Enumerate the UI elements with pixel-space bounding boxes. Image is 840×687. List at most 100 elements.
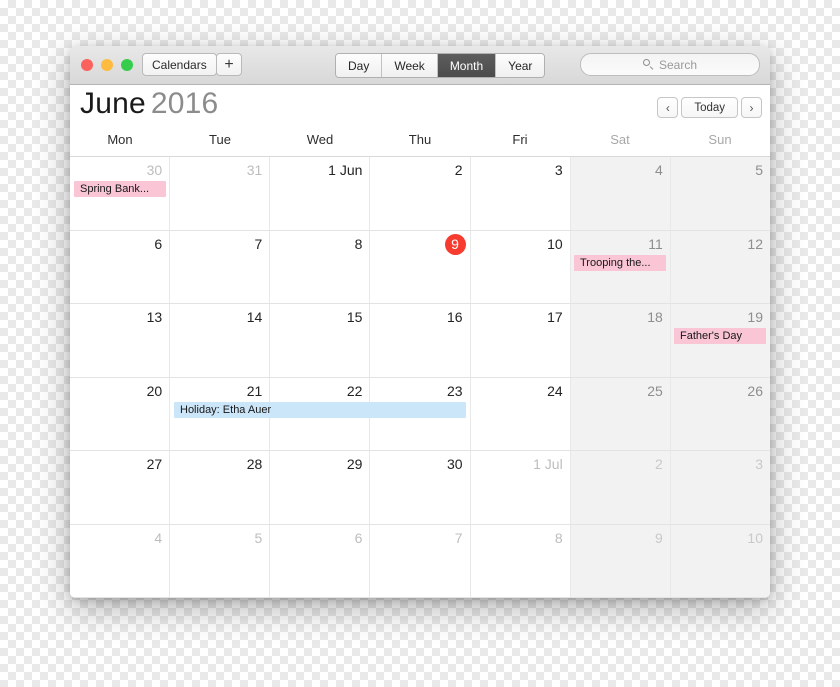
day-number: 12 xyxy=(747,235,763,252)
day-number: 6 xyxy=(154,235,163,252)
day-number: 26 xyxy=(747,382,763,399)
day-number: 7 xyxy=(254,235,263,252)
tab-year[interactable]: Year xyxy=(496,54,545,77)
day-cell[interactable]: 5 xyxy=(670,157,770,230)
day-number: 21 xyxy=(246,382,263,399)
calendar-event[interactable]: Holiday: Etha Auer xyxy=(174,401,466,418)
day-cell[interactable]: 16 xyxy=(370,304,471,377)
day-cell[interactable]: 20 xyxy=(70,377,171,450)
calendars-button[interactable]: Calendars xyxy=(142,53,217,76)
day-cell[interactable]: 4 xyxy=(70,524,171,597)
day-cell[interactable]: 8 xyxy=(470,524,571,597)
day-cell[interactable]: 3 xyxy=(670,451,770,524)
day-cell[interactable]: 17 xyxy=(470,304,571,377)
calendar-event[interactable]: Trooping the... xyxy=(574,254,666,271)
month-label: June xyxy=(80,87,146,120)
day-cell[interactable]: 2 xyxy=(370,157,471,230)
day-number: 30 xyxy=(446,456,463,472)
day-number: 22 xyxy=(346,382,363,399)
day-number: 11 xyxy=(648,235,663,252)
search-input[interactable]: Search xyxy=(580,53,760,76)
day-number: 8 xyxy=(354,235,363,252)
day-cell[interactable]: 9 xyxy=(370,230,471,303)
day-cell[interactable]: 15 xyxy=(270,304,371,377)
day-cell[interactable]: 26 xyxy=(670,377,770,450)
day-number: 7 xyxy=(454,529,463,546)
weekday-header-sat: Sat xyxy=(610,132,630,147)
day-cell[interactable]: 30 xyxy=(370,451,471,524)
day-cell[interactable]: 31 xyxy=(170,157,271,230)
weekday-header-thu: Thu xyxy=(408,132,432,147)
view-mode-segmented-control[interactable]: Day Week Month Year xyxy=(335,53,546,78)
day-cell[interactable]: 18 xyxy=(570,304,671,377)
add-event-button[interactable]: + xyxy=(216,53,242,76)
day-cell[interactable]: 6 xyxy=(270,524,371,597)
day-number: 8 xyxy=(554,529,563,546)
day-cell[interactable]: 8 xyxy=(270,230,371,303)
today-day-number: 9 xyxy=(444,233,466,255)
day-number: 31 xyxy=(246,162,263,178)
today-button[interactable]: Today xyxy=(681,97,738,118)
day-cell[interactable]: 5 xyxy=(170,524,271,597)
day-cell[interactable]: 29 xyxy=(270,451,371,524)
day-cell[interactable]: 1 Jul xyxy=(470,451,571,524)
day-number: 1 Jul xyxy=(533,456,563,472)
day-cell[interactable]: 3 xyxy=(470,157,571,230)
search-placeholder: Search xyxy=(658,57,698,72)
day-cell[interactable]: 10 xyxy=(670,524,770,597)
day-number: 13 xyxy=(146,309,163,325)
day-cell[interactable]: 4 xyxy=(570,157,671,230)
plus-icon: + xyxy=(224,55,234,73)
calendar-event[interactable]: Father's Day xyxy=(674,328,766,344)
day-number: 6 xyxy=(354,529,363,546)
tab-month[interactable]: Month xyxy=(437,54,497,77)
calendars-button-label: Calendars xyxy=(152,57,207,72)
day-cell[interactable]: 27 xyxy=(70,451,171,524)
day-number: 29 xyxy=(346,456,363,472)
day-cell[interactable]: 9 xyxy=(570,524,671,597)
calendar-window: Calendars + Day Week Month Year Search J… xyxy=(70,46,770,598)
close-window-button[interactable] xyxy=(81,59,93,71)
weekday-header-tue: Tue xyxy=(209,132,231,147)
day-cell[interactable]: 6 xyxy=(70,230,171,303)
search-icon xyxy=(642,59,654,70)
day-number: 5 xyxy=(254,529,263,546)
next-month-button[interactable]: › xyxy=(741,97,762,118)
day-number: 17 xyxy=(547,309,563,325)
window-toolbar: Calendars + Day Week Month Year Search xyxy=(70,46,770,85)
day-number: 2 xyxy=(454,162,463,178)
maximize-window-button[interactable] xyxy=(121,59,133,71)
day-cell[interactable]: 13 xyxy=(70,304,171,377)
day-cell[interactable]: 28 xyxy=(170,451,271,524)
day-number: 19 xyxy=(747,309,763,325)
day-number: 4 xyxy=(154,529,163,546)
day-cell[interactable]: 2 xyxy=(570,451,671,524)
day-cell[interactable]: 25 xyxy=(570,377,671,450)
day-cell[interactable]: 1 Jun xyxy=(270,157,371,230)
day-number: 10 xyxy=(747,529,763,546)
day-number: 9 xyxy=(655,529,663,546)
day-number: 5 xyxy=(755,162,763,178)
minimize-window-button[interactable] xyxy=(101,59,113,71)
week-row: 4 5 6 7 8 9 10 xyxy=(70,524,770,598)
weekday-header-wed: Wed xyxy=(306,132,334,147)
day-cell[interactable]: 7 xyxy=(170,230,271,303)
calendar-event[interactable]: Spring Bank... xyxy=(74,181,166,197)
week-row: 13 14 15 16 17 18 19 xyxy=(70,304,770,378)
day-cell[interactable]: 12 xyxy=(670,230,770,303)
tab-day[interactable]: Day xyxy=(336,54,383,77)
day-cell[interactable]: 10 xyxy=(470,230,571,303)
day-number: 15 xyxy=(346,309,363,325)
day-number: 18 xyxy=(647,309,663,325)
day-number: 3 xyxy=(755,456,763,472)
day-cell[interactable]: 24 xyxy=(470,377,571,450)
page-title: June 2016 xyxy=(80,87,218,121)
day-number: 20 xyxy=(146,382,163,399)
day-cell[interactable]: 7 xyxy=(370,524,471,597)
previous-month-button[interactable]: ‹ xyxy=(657,97,679,118)
day-number: 10 xyxy=(547,235,563,252)
week-row: 27 28 29 30 1 Jul 2 3 xyxy=(70,451,770,525)
day-cell[interactable]: 14 xyxy=(170,304,271,377)
tab-week[interactable]: Week xyxy=(382,54,438,77)
day-number: 24 xyxy=(547,382,563,399)
